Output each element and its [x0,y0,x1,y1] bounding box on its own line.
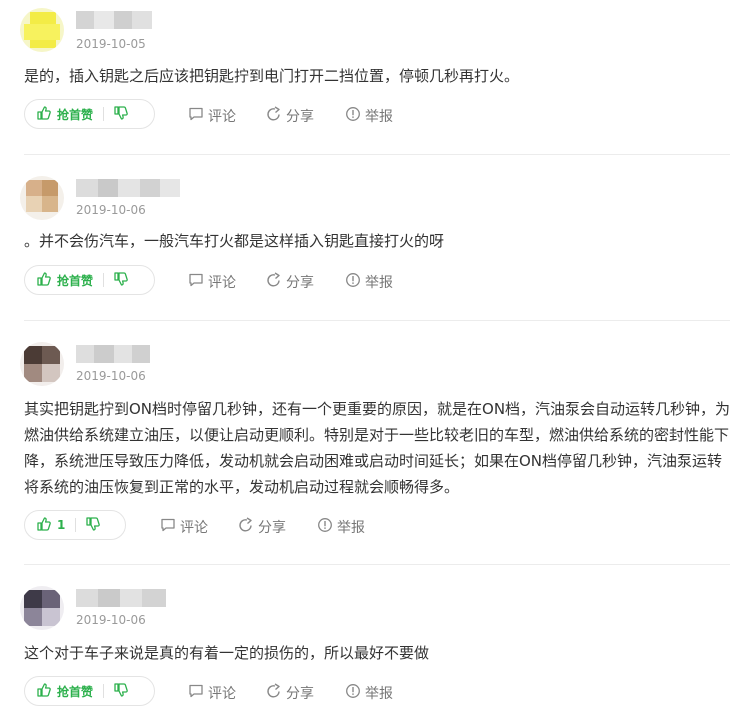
share-button[interactable]: 分享 [266,272,314,292]
report-icon [345,272,365,292]
vote-group: 抢首赞 [24,676,155,706]
thumbs-up-icon [37,682,51,701]
thumbs-down-icon [86,516,101,535]
thumbs-down-icon [114,105,128,124]
report-button[interactable]: 举报 [345,683,393,703]
share-icon [266,272,286,292]
answer-date: 2019-10-06 [76,203,146,217]
upvote-count: 1 [57,518,66,532]
upvote-label: 抢首赞 [57,684,94,699]
report-label: 举报 [365,275,393,291]
downvote-button[interactable] [104,266,140,294]
avatar[interactable] [20,342,64,386]
answer-date: 2019-10-06 [76,369,146,383]
share-label: 分享 [286,686,314,702]
report-label: 举报 [365,686,393,702]
comment-label: 评论 [208,686,236,702]
answer-item: 2019-10-06 这个对于车子来说是真的有着一定的损伤的，所以最好不要做 抢… [0,565,748,716]
share-label: 分享 [258,520,286,536]
answer-content: 。并不会伤汽车，一般汽车打火都是这样插入钥匙直接打火的呀 [24,232,445,250]
thumbs-up-icon [37,105,51,124]
share-button[interactable]: 分享 [266,683,314,703]
share-icon [266,106,286,126]
upvote-label: 抢首赞 [57,107,94,122]
downvote-button[interactable] [104,677,140,705]
report-icon [345,106,365,126]
thumbs-down-icon [114,271,128,290]
comment-icon [188,272,208,292]
answer-content: 其实把钥匙拧到ON档时停留几秒钟，还有一个更重要的原因，就是在ON档，汽油泵会自… [24,400,731,496]
report-button[interactable]: 举报 [317,517,365,537]
upvote-label: 抢首赞 [57,273,94,288]
report-button[interactable]: 举报 [345,106,393,126]
thumbs-up-icon [37,271,51,290]
comment-label: 评论 [180,520,208,536]
comment-label: 评论 [208,109,236,125]
answer-item: 2019-10-05 是的，插入钥匙之后应该把钥匙拧到电门打开二挡位置，停顿几秒… [0,0,748,155]
username[interactable] [76,11,152,29]
share-label: 分享 [286,275,314,291]
share-icon [238,517,258,537]
comment-label: 评论 [208,275,236,291]
upvote-button[interactable]: 抢首赞 [25,266,103,294]
upvote-button[interactable]: 1 [25,511,75,539]
avatar[interactable] [20,176,64,220]
answer-date: 2019-10-05 [76,37,146,51]
share-icon [266,683,286,703]
downvote-button[interactable] [76,511,112,539]
comment-button[interactable]: 评论 [188,683,236,703]
answer-content: 这个对于车子来说是真的有着一定的损伤的，所以最好不要做 [24,644,430,662]
report-button[interactable]: 举报 [345,272,393,292]
comment-icon [160,517,180,537]
comment-icon [188,683,208,703]
username[interactable] [76,345,150,363]
answer-content: 是的，插入钥匙之后应该把钥匙拧到电门打开二挡位置，停顿几秒再打火。 [24,67,520,85]
share-label: 分享 [286,109,314,125]
answer-date: 2019-10-06 [76,613,146,627]
answer-item: 2019-10-06 。并不会伤汽车，一般汽车打火都是这样插入钥匙直接打火的呀 … [0,155,748,321]
report-label: 举报 [337,520,365,536]
report-icon [345,683,365,703]
share-button[interactable]: 分享 [238,517,286,537]
report-label: 举报 [365,109,393,125]
comment-button[interactable]: 评论 [160,517,208,537]
answer-item: 2019-10-06 其实把钥匙拧到ON档时停留几秒钟，还有一个更重要的原因，就… [0,321,748,565]
username[interactable] [76,179,180,197]
report-icon [317,517,337,537]
vote-group: 抢首赞 [24,99,155,129]
vote-group: 抢首赞 [24,265,155,295]
comment-button[interactable]: 评论 [188,272,236,292]
avatar[interactable] [20,8,64,52]
avatar[interactable] [20,586,64,630]
share-button[interactable]: 分享 [266,106,314,126]
thumbs-up-icon [37,516,51,535]
comment-icon [188,106,208,126]
thumbs-down-icon [114,682,128,701]
downvote-button[interactable] [104,100,140,128]
username[interactable] [76,589,166,607]
comment-button[interactable]: 评论 [188,106,236,126]
upvote-button[interactable]: 抢首赞 [25,100,103,128]
upvote-button[interactable]: 抢首赞 [25,677,103,705]
vote-group: 1 [24,510,126,540]
